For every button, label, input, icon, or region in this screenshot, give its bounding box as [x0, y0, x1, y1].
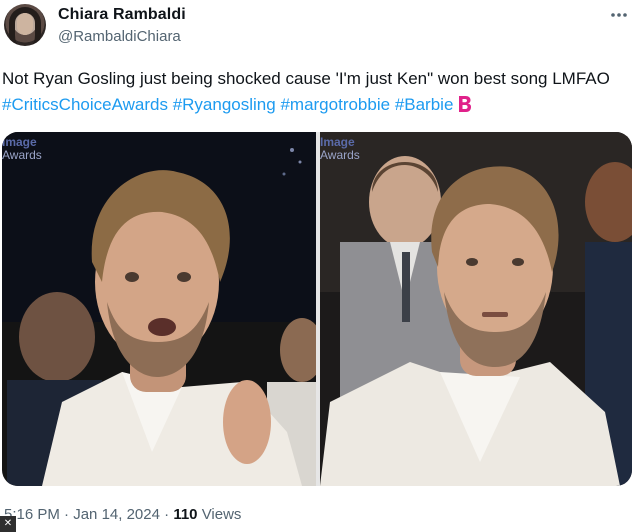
hashtag-link[interactable]: #Ryangosling [173, 95, 276, 114]
x-logo-icon: ✕ [0, 516, 16, 532]
tweet-media-grid[interactable]: Image Awards Image Awards [2, 132, 632, 486]
tweet-text: Not Ryan Gosling just being shocked caus… [2, 66, 630, 118]
tweet-body: Not Ryan Gosling just being shocked caus… [2, 69, 610, 88]
hashtag-link[interactable]: #margotrobbie [280, 95, 390, 114]
barbie-logo-emoji-icon [459, 96, 472, 112]
photo-watermark: Image Awards [320, 135, 360, 162]
author-handle[interactable]: @RambaldiChiara [58, 28, 181, 45]
hashtag-link[interactable]: #Barbie [395, 95, 454, 114]
media-photo-2[interactable]: Image Awards [320, 132, 632, 486]
tweet-date[interactable]: Jan 14, 2024 [73, 506, 160, 523]
author-display-name[interactable]: Chiara Rambaldi [58, 6, 186, 24]
photo-watermark: Image Awards [2, 135, 42, 162]
hashtag-link[interactable]: #CriticsChoiceAwards [2, 95, 168, 114]
views-count: 110 [173, 506, 198, 523]
photo-2-illustration [320, 132, 632, 486]
author-avatar[interactable] [4, 4, 46, 46]
meta-separator: · [64, 506, 70, 523]
media-photo-1[interactable]: Image Awards [2, 132, 316, 486]
views-label: Views [201, 506, 242, 523]
tweet-meta: 5:16 PM · Jan 14, 2024 · 110 Views [4, 506, 241, 523]
more-horizontal-icon[interactable] [608, 4, 630, 26]
meta-separator: · [164, 506, 170, 523]
photo-1-illustration [2, 132, 316, 486]
